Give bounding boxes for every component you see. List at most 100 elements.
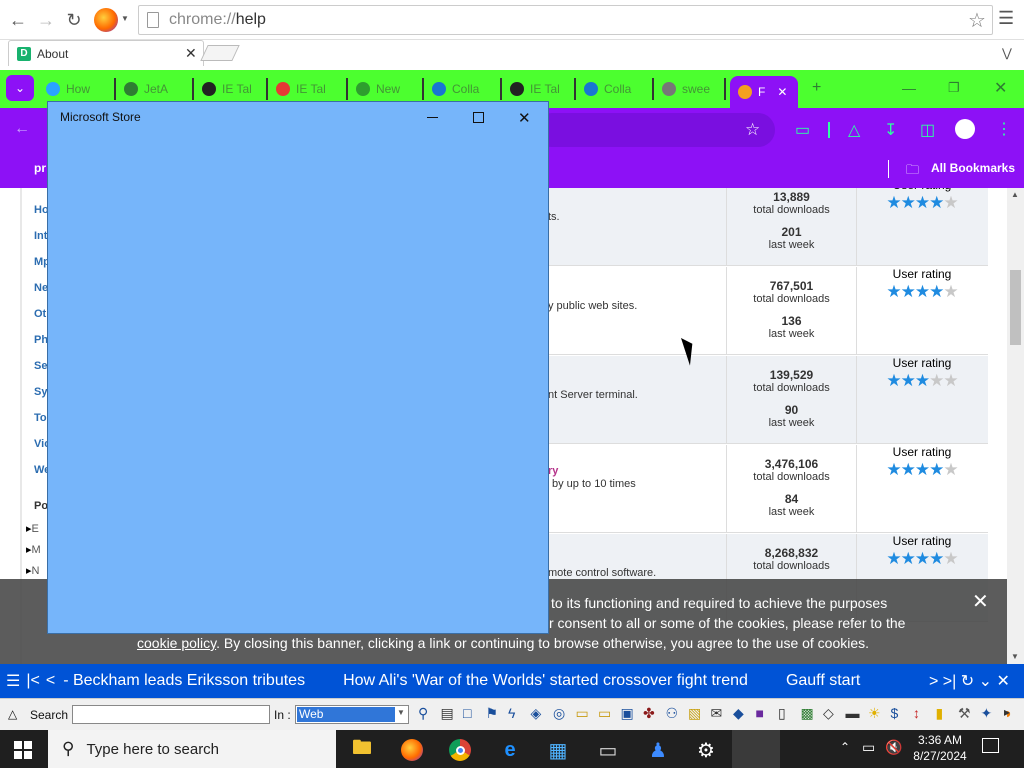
people-app-icon[interactable]: ♟ [638, 734, 678, 766]
inner-tab[interactable]: Colla [578, 78, 654, 100]
popular-item[interactable]: ▸M [26, 543, 41, 556]
dollar-icon[interactable]: $ [891, 705, 899, 721]
settings-gear-icon[interactable]: ⚙ [686, 734, 726, 766]
shield-icon[interactable]: ◈ [531, 705, 542, 722]
folder-icon[interactable]: ▭ [598, 705, 611, 722]
restore-icon[interactable]: ❐ [948, 80, 960, 96]
tab-list-chevron-icon[interactable]: ⋁ [1002, 46, 1012, 60]
chat-icon[interactable]: ▬ [846, 705, 860, 721]
close-tab-icon[interactable]: ✕ [185, 45, 197, 62]
eraser-icon[interactable]: ◇ [823, 705, 834, 722]
volume-muted-icon[interactable]: 🔇 [885, 739, 902, 756]
taskbar-clock[interactable]: 3:36 AM 8/27/2024 [908, 732, 972, 764]
close-active-tab-icon[interactable]: ✕ [777, 85, 787, 99]
inner-tab[interactable]: IE Tal [504, 78, 576, 100]
binoculars-icon[interactable]: ⚇ [666, 705, 679, 722]
store-minimize-icon[interactable] [427, 117, 438, 118]
ticker-headline[interactable]: How Ali's 'War of the Worlds' started cr… [343, 672, 748, 690]
dropdown-arrow-icon[interactable]: ▼ [121, 14, 129, 23]
ticker-close-icon[interactable]: ✕ [996, 673, 1009, 690]
inner-tab[interactable]: How [40, 78, 116, 100]
windows-start-icon[interactable] [14, 741, 32, 759]
extension-puzzle-icon[interactable]: ▭ [795, 120, 810, 140]
inner-bookmark-star-icon[interactable]: ☆ [745, 120, 760, 140]
scroll-down-icon[interactable]: ▼ [1011, 652, 1019, 661]
download-icon[interactable]: ↧ [884, 120, 897, 140]
popular-item[interactable]: ▸E [26, 522, 39, 535]
reload-icon[interactable]: ↻ [62, 8, 86, 32]
ticker-menu-icon[interactable]: ☰ [6, 671, 20, 691]
cookie-policy-link[interactable]: cookie policy [137, 635, 216, 651]
inner-active-tab[interactable]: F ✕ [730, 76, 798, 108]
lightbulb-icon[interactable]: ☀ [868, 705, 881, 722]
close-cookie-banner-icon[interactable]: ✕ [972, 589, 989, 614]
ticker-headline[interactable]: - Beckham leads Eriksson tributes [63, 672, 305, 690]
inner-tab[interactable]: JetA [118, 78, 194, 100]
image-icon[interactable]: ▩ [801, 705, 814, 722]
taskbar-search-box[interactable]: ⚲ Type here to search [48, 730, 336, 768]
ticker-first-icon[interactable]: |< [26, 672, 40, 690]
toolbar-search-input[interactable] [72, 705, 270, 724]
left-nav-link[interactable]: Ph [34, 334, 48, 346]
inner-tab[interactable]: New [350, 78, 424, 100]
ticker-headline[interactable]: Gauff start [786, 672, 860, 690]
left-nav-link[interactable]: To [34, 412, 47, 424]
tools-icon[interactable]: ⚒ [958, 705, 971, 722]
lightning-icon[interactable]: ϟ [508, 705, 515, 721]
cube-icon[interactable]: ■ [756, 705, 764, 721]
note-icon[interactable]: ▧ [688, 705, 701, 722]
puzzle-icon[interactable]: ✦ [981, 705, 993, 722]
back-icon[interactable]: ← [6, 8, 30, 32]
internet-explorer-icon[interactable]: e [490, 734, 530, 766]
microsoft-store-window[interactable]: Microsoft Store ✕ [47, 101, 549, 634]
firefox-icon[interactable] [94, 8, 118, 32]
translate-icon[interactable]: ⚑ [486, 705, 499, 722]
all-bookmarks-link[interactable]: All Bookmarks [931, 161, 1015, 175]
monitor-icon[interactable]: ▣ [621, 705, 634, 722]
store-maximize-icon[interactable] [473, 112, 484, 123]
tray-chevron-icon[interactable]: ⌃ [840, 740, 850, 754]
tab-search-chevron-icon[interactable]: ⌄ [6, 75, 34, 101]
stocks-icon[interactable]: ↕ [913, 705, 920, 721]
scroll-thumb[interactable] [1010, 270, 1021, 345]
minimize-icon[interactable]: — [902, 80, 916, 96]
firefox-taskbar-icon[interactable] [392, 734, 432, 766]
flask-icon[interactable]: △ [848, 120, 860, 140]
file-explorer-icon[interactable]: 🖿 [342, 734, 382, 766]
gem-icon[interactable]: ◆ [733, 705, 744, 722]
scroll-up-icon[interactable]: ▲ [1011, 190, 1019, 199]
page-scrollbar[interactable]: ▲ ▼ [1007, 188, 1024, 664]
bookmark-item[interactable]: pr [34, 161, 46, 175]
toolbar-grip-icon[interactable]: △ [8, 707, 17, 721]
close-window-icon[interactable]: ✕ [994, 78, 1007, 98]
inner-menu-icon[interactable]: ⋮ [996, 119, 1012, 139]
document-icon[interactable]: □ [463, 705, 471, 721]
menu-icon[interactable]: ☰ [998, 8, 1014, 29]
battery-icon[interactable]: ▮ [936, 705, 944, 722]
left-nav-link[interactable]: Sy [34, 386, 47, 398]
scope-dropdown-icon[interactable]: ▼ [397, 708, 405, 717]
inner-address-bar[interactable] [535, 113, 775, 147]
network-computer-icon[interactable]: ▭ [588, 734, 628, 766]
forward-icon[interactable]: → [34, 8, 58, 32]
store-close-icon[interactable]: ✕ [518, 109, 531, 127]
ticker-expand-icon[interactable]: ⌄ [979, 673, 992, 690]
chrome-taskbar-icon[interactable] [440, 734, 480, 766]
network-tray-icon[interactable]: ▭ [862, 739, 875, 756]
taskbar-active-app[interactable] [732, 730, 780, 768]
search-scope-select[interactable]: Web ▼ [295, 705, 409, 724]
ticker-prev-icon[interactable]: < [46, 672, 55, 690]
ticker-next-icon[interactable]: > [929, 673, 938, 690]
mask-icon[interactable]: ✤ [643, 705, 655, 722]
new-tab-plus-icon[interactable]: + [812, 79, 821, 97]
notifications-icon[interactable] [982, 738, 999, 753]
ticker-last-icon[interactable]: >| [943, 673, 957, 690]
globe-icon[interactable]: ◎ [553, 705, 565, 722]
folder-icon[interactable]: ▭ [576, 705, 589, 722]
inner-tab[interactable]: IE Tal [270, 78, 348, 100]
tab-about[interactable]: D About ✕ [8, 40, 204, 66]
bookmark-star-icon[interactable]: ☆ [968, 8, 986, 33]
remote-desktop-icon[interactable]: ▦ [538, 734, 578, 766]
inner-tab[interactable]: Colla [426, 78, 502, 100]
product-link[interactable]: ry [548, 465, 558, 477]
